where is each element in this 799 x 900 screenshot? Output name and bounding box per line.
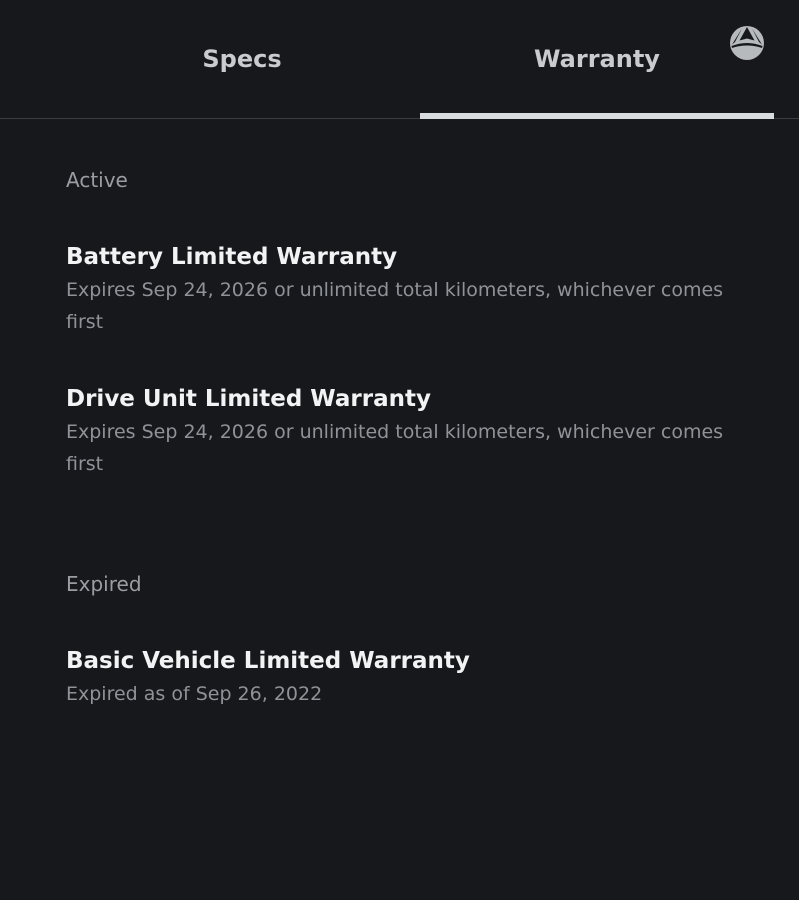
- warranty-title: Battery Limited Warranty: [66, 244, 398, 270]
- warranty-description: Expired as of Sep 26, 2022: [66, 683, 323, 705]
- active-tab-indicator: [420, 113, 774, 119]
- section-label-active: Active: [66, 168, 128, 192]
- tab-specs[interactable]: Specs: [65, 0, 419, 119]
- warranty-item: Battery Limited Warranty Expires Sep 24,…: [66, 242, 756, 338]
- warranty-description: Expires Sep 24, 2026 or unlimited total …: [66, 279, 724, 333]
- warranty-item: Drive Unit Limited Warranty Expires Sep …: [66, 384, 756, 480]
- warranty-item: Basic Vehicle Limited Warranty Expired a…: [66, 646, 756, 710]
- warranty-description: Expires Sep 24, 2026 or unlimited total …: [66, 421, 724, 475]
- brand-logo-icon: [729, 25, 765, 61]
- warranty-title: Basic Vehicle Limited Warranty: [66, 648, 470, 674]
- section-label-expired: Expired: [66, 572, 142, 596]
- tab-warranty[interactable]: Warranty: [420, 0, 774, 119]
- brand-logo-icon-svg: [730, 26, 764, 60]
- warranty-screen: Specs Warranty Active Battery Limited Wa…: [0, 0, 799, 900]
- tab-bar: Specs Warranty: [0, 0, 799, 119]
- warranty-title: Drive Unit Limited Warranty: [66, 386, 431, 412]
